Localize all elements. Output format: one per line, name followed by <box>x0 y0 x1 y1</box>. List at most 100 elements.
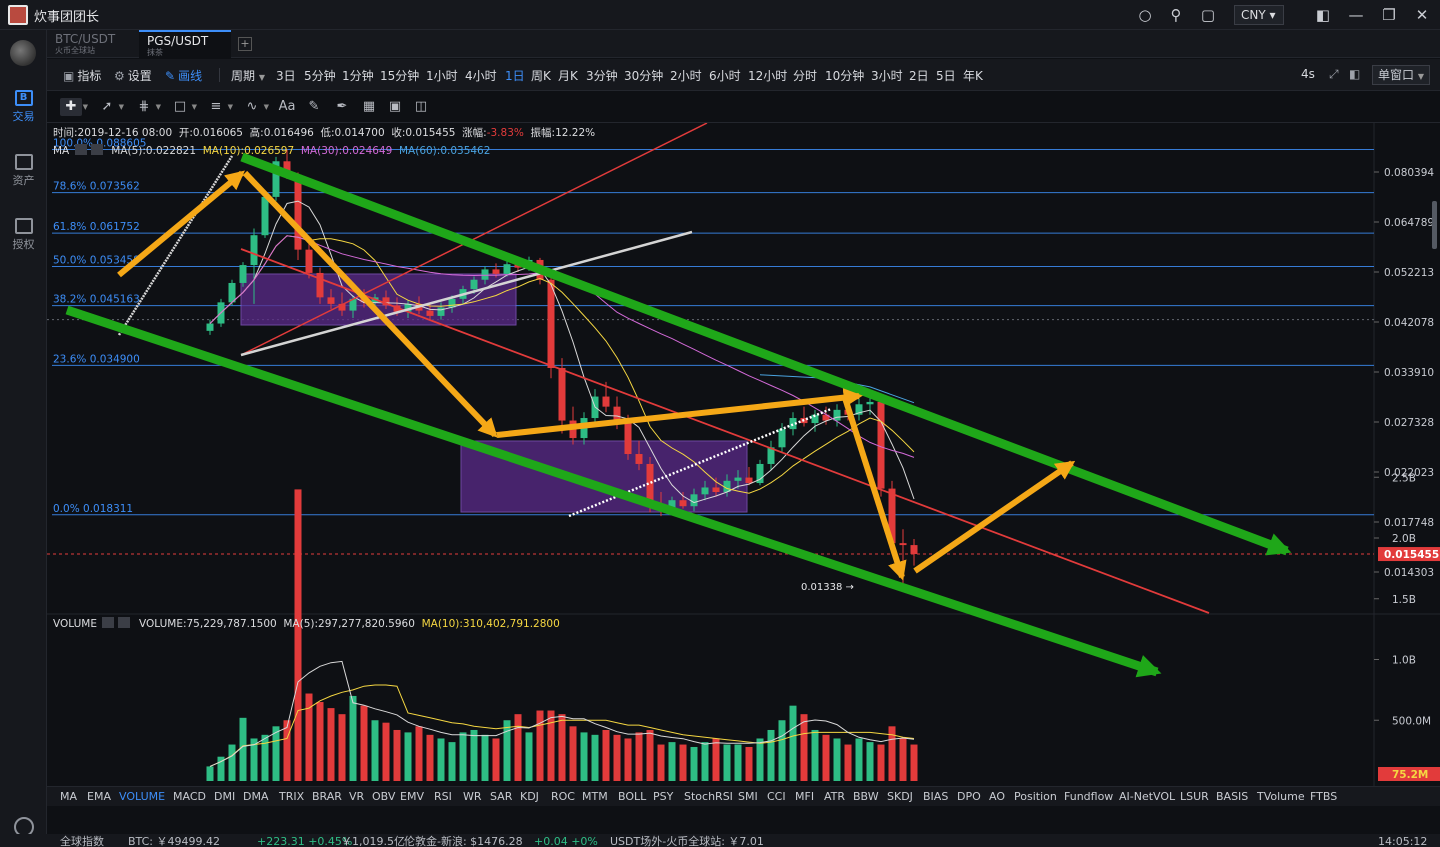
indicator-mtm[interactable]: MTM <box>582 790 608 803</box>
period-15m[interactable]: 15分钟 <box>380 67 419 84</box>
period-3d[interactable]: 3日 <box>276 67 296 84</box>
indicator-dmi[interactable]: DMI <box>214 790 235 803</box>
indicator-vr[interactable]: VR <box>349 790 364 803</box>
indicator-position[interactable]: Position <box>1014 790 1057 803</box>
indicator-psy[interactable]: PSY <box>653 790 673 803</box>
indicator-sar[interactable]: SAR <box>490 790 512 803</box>
indicator-volume[interactable]: VOLUME <box>119 790 165 803</box>
period-5m[interactable]: 5分钟 <box>304 67 336 84</box>
period-12h[interactable]: 12小时 <box>748 67 787 84</box>
period-3m[interactable]: 3分钟 <box>586 67 618 84</box>
period-4h[interactable]: 4小时 <box>465 67 497 84</box>
channel-icon[interactable]: ⋕ ▼ <box>133 98 161 116</box>
minimize-icon[interactable]: — <box>1347 6 1365 24</box>
avatar[interactable] <box>8 5 28 25</box>
indicator-fundflow[interactable]: Fundflow <box>1064 790 1113 803</box>
ruler-icon[interactable]: ✎ <box>303 98 325 116</box>
indicator-boll[interactable]: BOLL <box>618 790 646 803</box>
restore-icon[interactable]: ❐ <box>1380 6 1398 24</box>
indicator-button[interactable]: ▣ 指标 <box>63 67 101 84</box>
lock-icon[interactable]: ▣ <box>384 98 406 116</box>
indicator-emv[interactable]: EMV <box>400 790 424 803</box>
settings-button[interactable]: ⚙ 设置 <box>114 67 152 84</box>
wave-icon[interactable]: ∿ ▼ <box>241 98 269 116</box>
period-3h[interactable]: 3小时 <box>871 67 903 84</box>
candlestick-chart[interactable]: 100.0% 0.08860578.6% 0.07356261.8% 0.061… <box>47 123 1440 786</box>
period-2h[interactable]: 2小时 <box>670 67 702 84</box>
ma-settings-icon[interactable] <box>74 144 87 155</box>
indicator-trix[interactable]: TRIX <box>279 790 304 803</box>
period-1d[interactable]: 1日 <box>505 67 525 84</box>
indicator-stochrsi[interactable]: StochRSI <box>684 790 733 803</box>
indicator-smi[interactable]: SMI <box>738 790 758 803</box>
fullscreen-icon[interactable]: ⤢ <box>1329 67 1339 82</box>
close-icon[interactable]: ✕ <box>1413 6 1431 24</box>
indicator-ma[interactable]: MA <box>60 790 77 803</box>
volume-label: VOLUME <box>53 618 97 630</box>
indicator-bias[interactable]: BIAS <box>923 790 948 803</box>
drawline-button[interactable]: ✎ 画线 <box>165 67 202 84</box>
period-30m[interactable]: 30分钟 <box>624 67 663 84</box>
indicator-kdj[interactable]: KDJ <box>520 790 539 803</box>
brush-icon[interactable]: ✒ <box>331 98 353 116</box>
screenshot-icon[interactable]: ◧ <box>1349 67 1360 81</box>
bell-icon[interactable]: ○ <box>1136 6 1154 24</box>
split-window-icon[interactable]: ◧ <box>1314 6 1332 24</box>
indicator-macd[interactable]: MACD <box>173 790 206 803</box>
fibonacci-icon[interactable]: ≡ ▼ <box>205 98 233 116</box>
sidebar-item-authorize[interactable]: 授权 <box>0 218 47 252</box>
add-tab-button[interactable]: + <box>238 37 252 51</box>
period-1m[interactable]: 1分钟 <box>342 67 374 84</box>
shirt-icon[interactable]: ▢ <box>1199 6 1217 24</box>
trendline-icon[interactable]: ➚ ▼ <box>96 98 124 116</box>
refresh-interval[interactable]: 4s <box>1301 67 1315 81</box>
sidebar-item-assets[interactable]: 资产 <box>0 154 47 188</box>
period-1w[interactable]: 周K <box>531 67 551 84</box>
indicator-basis[interactable]: BASIS <box>1216 790 1248 803</box>
period-1y[interactable]: 年K <box>963 67 983 84</box>
magnet-icon[interactable]: ▦ <box>358 98 380 116</box>
ma-close-icon[interactable] <box>90 144 103 155</box>
volume-bar <box>679 744 687 781</box>
indicator-rsi[interactable]: RSI <box>434 790 452 803</box>
indicator-dpo[interactable]: DPO <box>957 790 981 803</box>
tab-btc-usdt[interactable]: BTC/USDT 火币全球站 <box>47 30 139 58</box>
indicator-atr[interactable]: ATR <box>824 790 845 803</box>
indicator-ema[interactable]: EMA <box>87 790 111 803</box>
indicator-mfi[interactable]: MFI <box>795 790 814 803</box>
text-tool-icon[interactable]: Aa <box>276 98 298 116</box>
period-6h[interactable]: 6小时 <box>709 67 741 84</box>
trash-icon[interactable]: ◫ <box>410 98 432 116</box>
indicator-icon: ▣ <box>63 69 75 83</box>
period-1h[interactable]: 1小时 <box>426 67 458 84</box>
indicator-dma[interactable]: DMA <box>243 790 269 803</box>
indicator-ai-netvol[interactable]: AI-NetVOL <box>1119 790 1175 803</box>
volume-close-icon[interactable] <box>118 617 131 628</box>
search-icon[interactable]: ⚲ <box>1167 6 1185 24</box>
period-1mo[interactable]: 月K <box>558 67 578 84</box>
indicator-obv[interactable]: OBV <box>372 790 395 803</box>
crosshair-icon[interactable]: ✚ ▼ <box>60 98 88 116</box>
period-5d[interactable]: 5日 <box>936 67 956 84</box>
indicator-tvolume[interactable]: TVolume <box>1257 790 1305 803</box>
period-timeshare[interactable]: 分时 <box>793 67 817 84</box>
indicator-roc[interactable]: ROC <box>551 790 575 803</box>
indicator-ftbs[interactable]: FTBS <box>1310 790 1337 803</box>
indicator-brar[interactable]: BRAR <box>312 790 342 803</box>
sidebar-item-trade[interactable]: B 交易 <box>0 90 47 124</box>
currency-select[interactable]: CNY ▾ <box>1234 5 1284 25</box>
period-menu[interactable]: 周期 ▼ <box>231 67 265 84</box>
gold-change: +0.04 +0% <box>534 835 598 847</box>
indicator-wr[interactable]: WR <box>463 790 482 803</box>
tab-pgs-usdt[interactable]: PGS/USDT 抹茶 <box>139 30 231 58</box>
indicator-cci[interactable]: CCI <box>767 790 786 803</box>
window-mode-select[interactable]: 单窗口 ▼ <box>1372 65 1430 85</box>
volume-settings-icon[interactable] <box>102 617 115 628</box>
indicator-ao[interactable]: AO <box>989 790 1005 803</box>
indicator-skdj[interactable]: SKDJ <box>887 790 913 803</box>
indicator-bbw[interactable]: BBW <box>853 790 879 803</box>
period-10m[interactable]: 10分钟 <box>825 67 864 84</box>
rectangle-icon[interactable]: □ ▼ <box>169 98 197 116</box>
period-2d[interactable]: 2日 <box>909 67 929 84</box>
indicator-lsur[interactable]: LSUR <box>1180 790 1209 803</box>
